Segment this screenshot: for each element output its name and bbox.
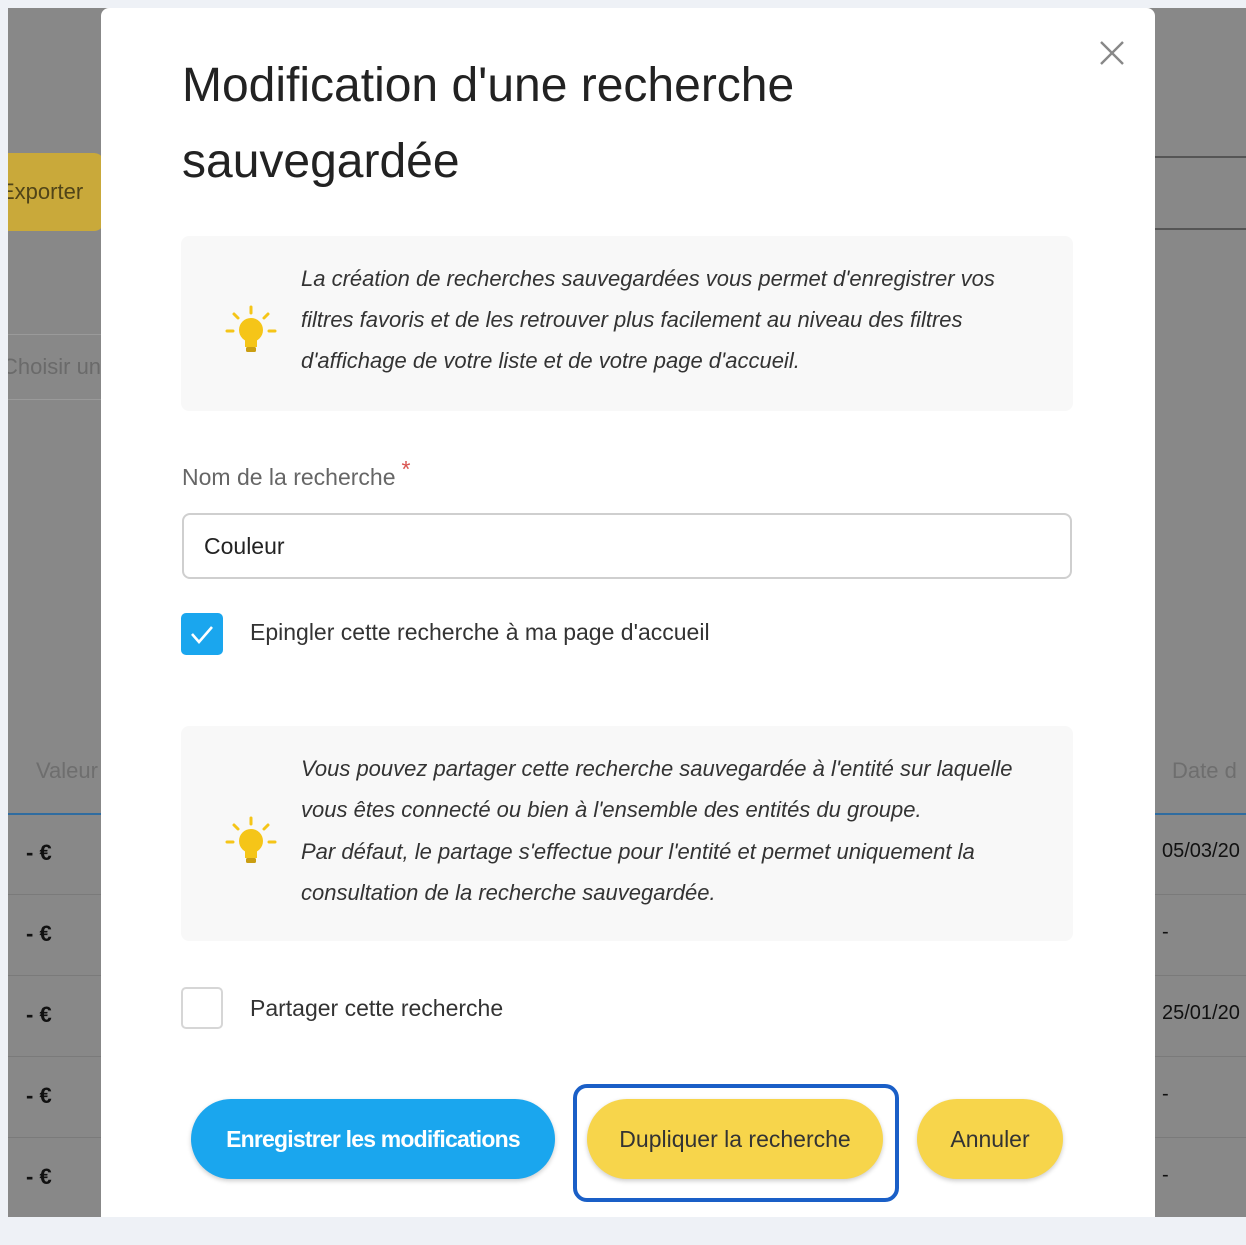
lightbulb-icon: [221, 301, 281, 361]
row-date: -: [1162, 1164, 1169, 1186]
save-changes-button[interactable]: Enregistrer les modifications: [191, 1099, 555, 1179]
cancel-button[interactable]: Annuler: [917, 1099, 1063, 1179]
row-date: -: [1162, 1083, 1169, 1105]
row-value: - €: [26, 1083, 52, 1108]
row-value: - €: [26, 840, 52, 865]
row-date: 25/01/20: [1162, 1002, 1240, 1024]
edit-saved-search-modal: Modification d'une recherche sauvegardée…: [101, 8, 1155, 1217]
lightbulb-icon: [221, 812, 281, 872]
search-name-input[interactable]: [182, 513, 1072, 579]
required-mark: *: [401, 456, 411, 482]
share-checkbox-label[interactable]: Partager cette recherche: [250, 995, 503, 1022]
row-value: - €: [26, 921, 52, 946]
close-icon[interactable]: [1095, 36, 1129, 70]
info-box-sharing: Vous pouvez partager cette recherche sau…: [181, 726, 1073, 941]
row-value: - €: [26, 1164, 52, 1189]
column-header-date: Date d: [1172, 758, 1237, 783]
checkmark-icon: [191, 626, 213, 644]
info-text-sharing: Vous pouvez partager cette recherche sau…: [301, 756, 1013, 822]
pin-checkbox[interactable]: [181, 613, 223, 655]
info-text: La création de recherches sauvegardées v…: [301, 266, 995, 373]
pin-checkbox-label[interactable]: Epingler cette recherche à ma page d'acc…: [250, 619, 710, 646]
row-value: - €: [26, 1002, 52, 1027]
export-button: Exporter: [8, 153, 104, 231]
background-right-panel: [1154, 156, 1246, 230]
info-text-sharing-default: Par défaut, le partage s'effectue pour l…: [301, 839, 975, 905]
column-header-value: Valeur: [36, 758, 98, 783]
search-name-label: Nom de la recherche *: [182, 456, 411, 490]
duplicate-search-button[interactable]: Dupliquer la recherche: [587, 1099, 883, 1179]
row-date: -: [1162, 921, 1169, 943]
background-search-field: Choisir un s: [8, 334, 104, 400]
share-checkbox[interactable]: [181, 987, 223, 1029]
row-date: 05/03/20: [1162, 840, 1240, 862]
modal-title: Modification d'une recherche sauvegardée: [182, 59, 795, 188]
info-box-saved-searches: La création de recherches sauvegardées v…: [181, 236, 1073, 411]
